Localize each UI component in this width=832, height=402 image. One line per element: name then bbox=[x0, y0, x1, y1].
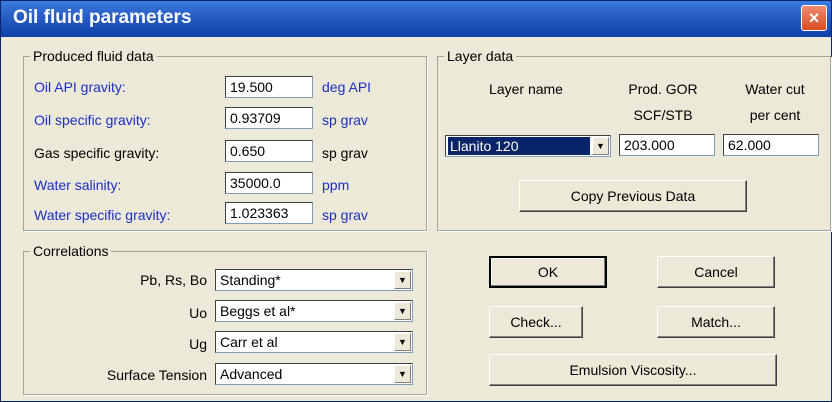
water-cut-unit-header: per cent bbox=[749, 107, 801, 123]
emulsion-viscosity-button[interactable]: Emulsion Viscosity... bbox=[489, 354, 777, 386]
dialog-title: Oil fluid parameters bbox=[13, 7, 192, 28]
produced-fluid-data-legend: Produced fluid data bbox=[33, 48, 154, 64]
surface-tension-select[interactable]: Advanced ▼ bbox=[215, 363, 413, 385]
water-specific-gravity-label: Water specific gravity: bbox=[34, 207, 171, 223]
pb-rs-bo-label: Pb, Rs, Bo bbox=[140, 272, 207, 288]
cancel-button[interactable]: Cancel bbox=[657, 256, 775, 288]
title-bar[interactable]: Oil fluid parameters × bbox=[1, 1, 831, 37]
water-salinity-label: Water salinity: bbox=[34, 177, 122, 193]
oil-api-gravity-input[interactable]: 19.500 bbox=[225, 76, 313, 98]
surface-tension-value: Advanced bbox=[220, 366, 283, 382]
gas-specific-gravity-unit: sp grav bbox=[322, 145, 368, 161]
water-cut-header: Water cut bbox=[745, 81, 805, 97]
layer-name-value: Llanito 120 bbox=[448, 137, 590, 155]
oil-api-gravity-label: Oil API gravity: bbox=[34, 79, 126, 95]
oil-specific-gravity-label: Oil specific gravity: bbox=[34, 112, 151, 128]
match-button[interactable]: Match... bbox=[657, 306, 775, 338]
uo-label: Uo bbox=[189, 305, 207, 321]
chevron-down-icon[interactable]: ▼ bbox=[394, 271, 411, 289]
chevron-down-icon[interactable]: ▼ bbox=[394, 333, 411, 351]
ok-button[interactable]: OK bbox=[489, 256, 607, 288]
chevron-down-icon[interactable]: ▼ bbox=[592, 137, 609, 155]
uo-value: Beggs et al* bbox=[220, 303, 296, 319]
oil-specific-gravity-unit: sp grav bbox=[322, 112, 368, 128]
prod-gor-header: Prod. GOR bbox=[628, 81, 698, 97]
water-cut-input[interactable]: 62.000 bbox=[723, 134, 819, 156]
pb-rs-bo-select[interactable]: Standing* ▼ bbox=[215, 269, 413, 291]
layer-name-header: Layer name bbox=[489, 81, 563, 97]
correlations-legend: Correlations bbox=[33, 243, 109, 259]
pb-rs-bo-value: Standing* bbox=[220, 272, 281, 288]
oil-specific-gravity-input[interactable]: 0.93709 bbox=[225, 107, 313, 129]
close-icon[interactable]: × bbox=[801, 5, 827, 31]
water-specific-gravity-input[interactable]: 1.023363 bbox=[225, 202, 313, 224]
ug-select[interactable]: Carr et al ▼ bbox=[215, 331, 413, 353]
copy-previous-data-button[interactable]: Copy Previous Data bbox=[519, 180, 747, 212]
chevron-down-icon[interactable]: ▼ bbox=[394, 365, 411, 383]
water-specific-gravity-unit: sp grav bbox=[322, 207, 368, 223]
check-button[interactable]: Check... bbox=[489, 306, 583, 338]
oil-fluid-parameters-dialog: Oil fluid parameters × Produced fluid da… bbox=[0, 0, 832, 402]
uo-select[interactable]: Beggs et al* ▼ bbox=[215, 300, 413, 322]
prod-gor-input[interactable]: 203.000 bbox=[619, 134, 715, 156]
water-salinity-input[interactable]: 35000.0 bbox=[225, 172, 313, 194]
gas-specific-gravity-label: Gas specific gravity: bbox=[34, 145, 160, 161]
gor-unit-header: SCF/STB bbox=[633, 107, 693, 123]
layer-data-legend: Layer data bbox=[447, 48, 514, 64]
ug-label: Ug bbox=[189, 336, 207, 352]
layer-name-select[interactable]: Llanito 120 ▼ bbox=[445, 135, 611, 157]
gas-specific-gravity-input[interactable]: 0.650 bbox=[225, 140, 313, 162]
water-salinity-unit: ppm bbox=[322, 177, 350, 193]
surface-tension-label: Surface Tension bbox=[106, 367, 207, 383]
oil-api-gravity-unit: deg API bbox=[322, 79, 372, 95]
ug-value: Carr et al bbox=[220, 334, 278, 350]
chevron-down-icon[interactable]: ▼ bbox=[394, 302, 411, 320]
